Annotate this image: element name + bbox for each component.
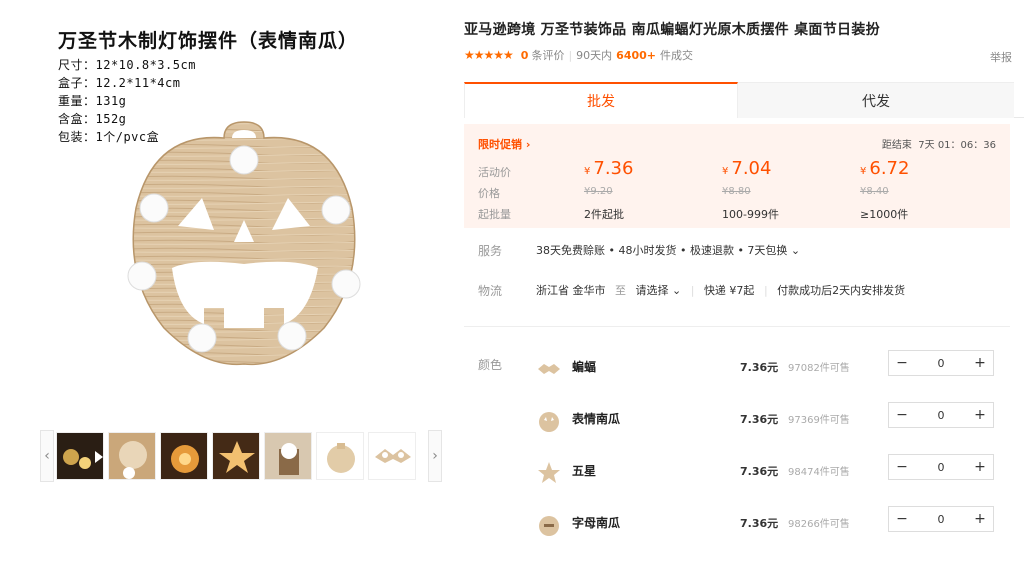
- rating-row: ★★★★★ 0 条评价 | 90天内 6400+ 件成交: [464, 47, 693, 63]
- thumbnail-2[interactable]: [108, 432, 156, 480]
- spec-with-box: 含盒：152g: [58, 112, 127, 126]
- tier-2-original: ¥8.80: [722, 186, 751, 197]
- tier-3-price: ¥6.72: [860, 158, 910, 179]
- sold-suffix: 件成交: [660, 49, 694, 62]
- quantity-stepper: − 0 +: [888, 506, 994, 532]
- sku-price: 7.36元: [740, 413, 779, 426]
- quantity-stepper: − 0 +: [888, 350, 994, 376]
- sku-letter-pumpkin-thumbnail: [539, 516, 559, 536]
- sku-row: 表情南瓜 7.36元 97369件可售 − 0 +: [536, 402, 1010, 454]
- product-title: 亚马逊跨境 万圣节装饰品 南瓜蝙蝠灯光原木质摆件 桌面节日装扮: [464, 22, 880, 38]
- original-price-label: 价格: [478, 187, 500, 200]
- increment-button[interactable]: +: [967, 351, 993, 375]
- service-value[interactable]: 38天免费赊账 • 48小时发货 • 极速退款 • 7天包换 ⌄: [536, 242, 800, 258]
- thumbnail-3[interactable]: [160, 432, 208, 480]
- tier-1-moq: 2件起批: [584, 208, 624, 221]
- sku-row: 字母南瓜 7.36元 98266件可售 − 0 +: [536, 506, 1010, 558]
- tab-dropship[interactable]: 代发: [738, 82, 1014, 118]
- sku-price: 7.36元: [740, 361, 779, 374]
- sku-name: 五星: [572, 464, 597, 478]
- sku-stock: 98474件可售: [788, 467, 850, 478]
- sku-stock: 98266件可售: [788, 519, 850, 530]
- activity-price-label: 活动价: [478, 166, 511, 179]
- countdown-label: 距结束: [881, 140, 912, 151]
- logistics-label: 物流: [478, 284, 503, 298]
- promo-link[interactable]: 限时促销 ›: [478, 136, 530, 152]
- thumb-next-button[interactable]: ›: [428, 430, 442, 482]
- moq-label: 起批量: [478, 208, 511, 221]
- decrement-button[interactable]: −: [889, 351, 915, 375]
- product-gallery: 万圣节木制灯饰摆件（表情南瓜） 尺寸：12*10.8*3.5cm 盒子：12.2…: [0, 0, 450, 570]
- sku-pumpkin-thumbnail: [539, 412, 559, 432]
- quantity-input[interactable]: 0: [915, 351, 967, 375]
- tier-1-original: ¥9.20: [584, 186, 613, 197]
- review-label: 条评价: [531, 49, 565, 62]
- spec-size: 尺寸：12*10.8*3.5cm: [58, 58, 196, 72]
- tier-2-moq: 100-999件: [722, 208, 779, 221]
- thumbnail-strip: ‹ ›: [40, 430, 444, 482]
- price-box: 限时促销 › 距结束 7天 01：06：36 活动价 价格 起批量 ¥7.36 …: [464, 124, 1010, 228]
- sku-price: 7.36元: [740, 517, 779, 530]
- decrement-button[interactable]: −: [889, 403, 915, 427]
- tier-3-original: ¥8.40: [860, 186, 889, 197]
- thumbnail-6[interactable]: [316, 432, 364, 480]
- spec-box: 盒子：12.2*11*4cm: [58, 76, 181, 90]
- logistics-row: 浙江省 金华市 至 请选择 ⌄ | 快递 ¥7起 | 付款成功后2天内安排发货: [536, 284, 906, 297]
- star-rating-icon: ★★★★★: [464, 48, 514, 62]
- to-word: 至: [615, 284, 626, 297]
- sku-star-thumbnail: [538, 462, 560, 483]
- spec-title: 万圣节木制灯饰摆件（表情南瓜）: [58, 30, 359, 52]
- quantity-input[interactable]: 0: [915, 507, 967, 531]
- section-divider: [464, 326, 1010, 327]
- thumbnail-5[interactable]: [264, 432, 312, 480]
- increment-button[interactable]: +: [967, 507, 993, 531]
- sku-name: 表情南瓜: [572, 412, 621, 426]
- thumb-prev-button[interactable]: ‹: [40, 430, 54, 482]
- sku-stock: 97369件可售: [788, 415, 850, 426]
- thumbnail-7[interactable]: [368, 432, 416, 480]
- quantity-input[interactable]: 0: [915, 403, 967, 427]
- sku-row: 五星 7.36元 98474件可售 − 0 +: [536, 454, 1010, 506]
- sku-row: 蝙蝠 7.36元 97082件可售 − 0 +: [536, 350, 1010, 402]
- quantity-stepper: − 0 +: [888, 454, 994, 480]
- sku-stock: 97082件可售: [788, 363, 850, 374]
- sku-name: 字母南瓜: [572, 516, 621, 530]
- increment-button[interactable]: +: [967, 455, 993, 479]
- tier-1-price: ¥7.36: [584, 158, 634, 179]
- color-label: 颜色: [478, 358, 503, 372]
- review-count[interactable]: 0: [521, 49, 529, 62]
- increment-button[interactable]: +: [967, 403, 993, 427]
- tier-3-moq: ≥1000件: [860, 208, 909, 221]
- countdown-time: 7天 01：06：36: [918, 140, 996, 151]
- countdown: 距结束 7天 01：06：36: [882, 136, 996, 151]
- quantity-stepper: − 0 +: [888, 402, 994, 428]
- sold-prefix: 90天内: [576, 49, 613, 62]
- ship-from: 浙江省 金华市: [536, 284, 606, 297]
- report-link[interactable]: 举报: [990, 49, 1012, 65]
- shipping-fee: 快递 ¥7起: [703, 284, 755, 297]
- service-label: 服务: [478, 244, 503, 258]
- destination-select[interactable]: 请选择 ⌄: [636, 284, 682, 297]
- sku-price: 7.36元: [740, 465, 779, 478]
- divider: |: [568, 48, 573, 62]
- decrement-button[interactable]: −: [889, 507, 915, 531]
- purchase-tabs: 批发 代发: [464, 82, 1024, 118]
- tier-2-price: ¥7.04: [722, 158, 772, 179]
- spec-weight: 重量：131g: [58, 94, 127, 108]
- sku-bat-thumbnail: [538, 364, 560, 374]
- decrement-button[interactable]: −: [889, 455, 915, 479]
- main-product-image[interactable]: 万圣节木制灯饰摆件（表情南瓜） 尺寸：12*10.8*3.5cm 盒子：12.2…: [44, 18, 444, 418]
- sold-count: 6400+: [616, 48, 657, 62]
- thumbnail-4[interactable]: [212, 432, 260, 480]
- dispatch-time: 付款成功后2天内安排发货: [777, 284, 906, 297]
- quantity-input[interactable]: 0: [915, 455, 967, 479]
- tab-wholesale[interactable]: 批发: [464, 82, 738, 118]
- sku-name: 蝙蝠: [572, 360, 597, 374]
- thumbnail-video[interactable]: [56, 432, 104, 480]
- product-detail-panel: 亚马逊跨境 万圣节装饰品 南瓜蝙蝠灯光原木质摆件 桌面节日装扮 举报 ★★★★★…: [464, 0, 1024, 570]
- pumpkin-lamp-picture: [127, 121, 361, 366]
